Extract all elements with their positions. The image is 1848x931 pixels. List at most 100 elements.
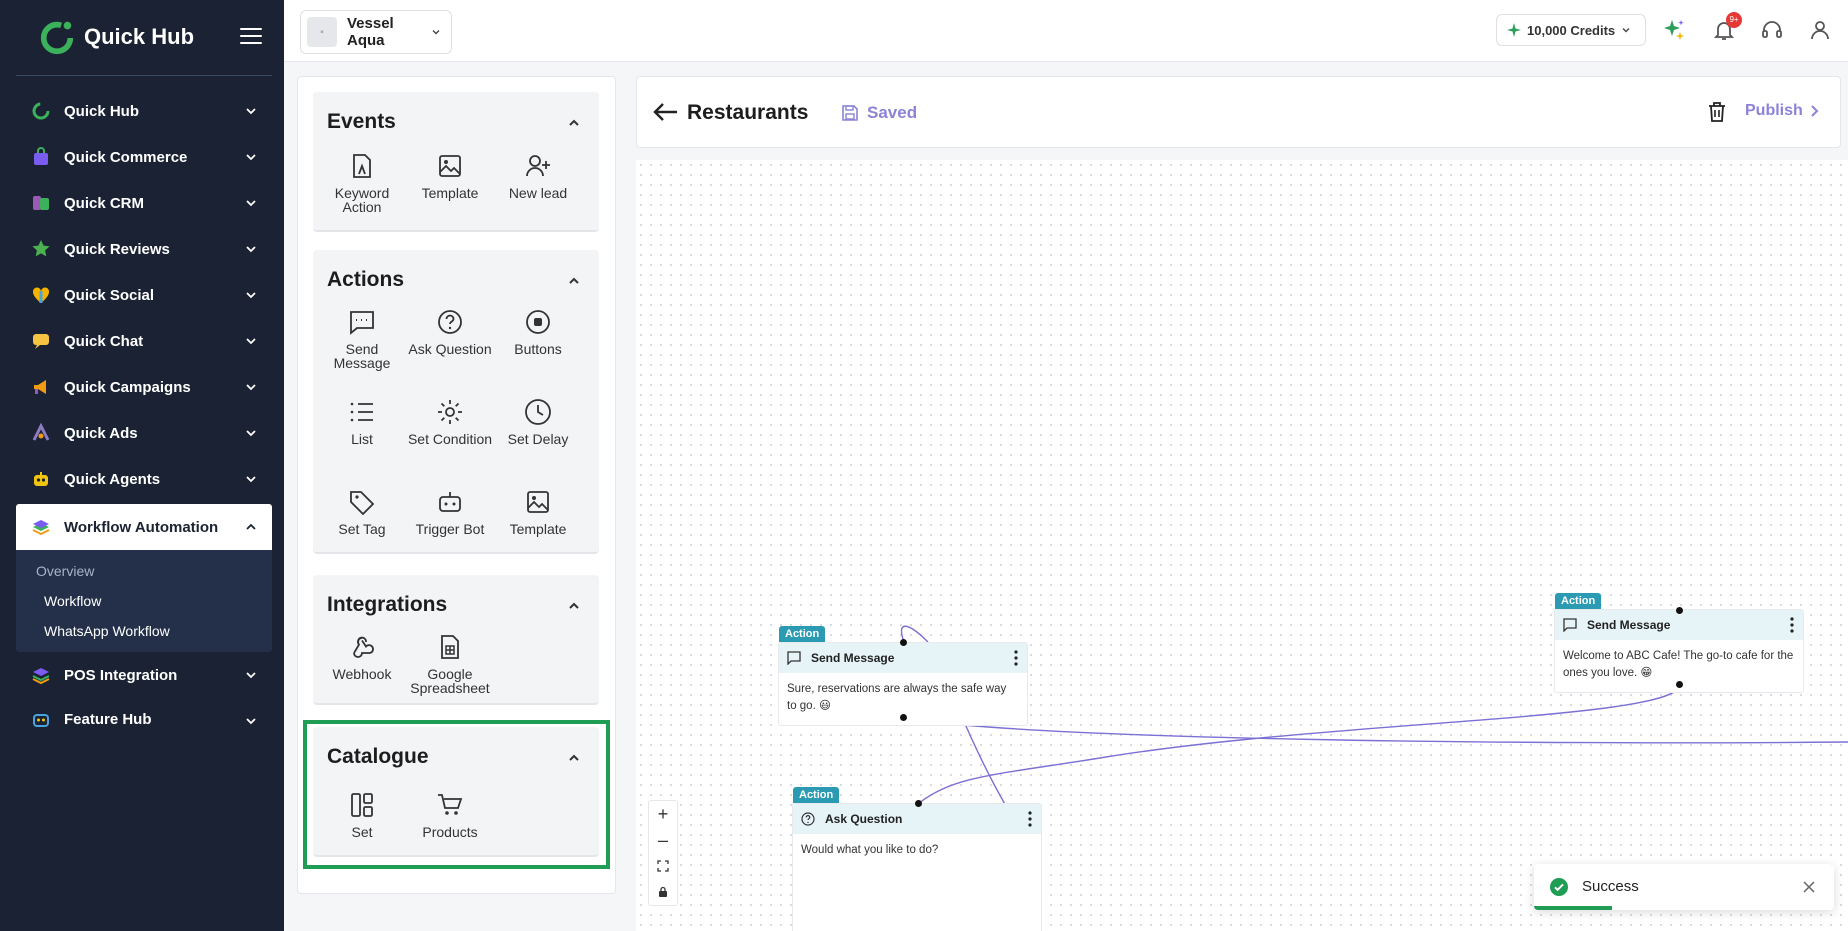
chevron-up-icon[interactable] xyxy=(567,599,581,613)
tool-label: List xyxy=(351,431,373,447)
sidebar-item-label: Quick CRM xyxy=(64,194,145,212)
node-input-port[interactable] xyxy=(900,639,907,646)
tool-google-spreadsheet[interactable]: Google Spreadsheet xyxy=(406,633,494,695)
node-ask-question[interactable]: Action Ask Question Would what you like … xyxy=(792,787,1042,931)
sidebar-item-quick-crm[interactable]: Quick CRM xyxy=(16,180,272,226)
chevron-up-icon[interactable] xyxy=(567,751,581,765)
sidebar-item-pos-integration[interactable]: POS Integration xyxy=(16,652,272,698)
sidebar-item-label: Feature Hub xyxy=(64,710,152,728)
fit-view-button[interactable] xyxy=(649,853,677,879)
sidebar-item-quick-hub[interactable]: Quick Hub xyxy=(16,88,272,134)
tool-set[interactable]: Set xyxy=(318,791,406,839)
sidebar-item-quick-campaigns[interactable]: Quick Campaigns xyxy=(16,364,272,410)
sidebar-item-quick-social[interactable]: Quick Social xyxy=(16,272,272,318)
close-icon[interactable] xyxy=(1802,880,1816,894)
megaphone-icon xyxy=(30,376,52,398)
chevron-up-icon[interactable] xyxy=(567,274,581,288)
tool-webhook[interactable]: Webhook xyxy=(318,633,406,681)
arrow-left-icon[interactable] xyxy=(653,101,679,123)
headset-support-icon[interactable] xyxy=(1760,18,1784,42)
sidebar-item-label: Quick Hub xyxy=(64,102,140,120)
subnav-item-whatsapp-workflow[interactable]: WhatsApp Workflow xyxy=(16,616,272,646)
layout-grid-icon xyxy=(351,793,373,817)
user-profile-icon[interactable] xyxy=(1808,18,1832,42)
tool-label: Set Tag xyxy=(338,521,386,537)
tool-template[interactable]: Template xyxy=(406,152,494,200)
workspace-selector[interactable]: ▪ Vessel Aqua xyxy=(300,10,452,54)
user-plus-icon xyxy=(526,155,550,177)
node-input-port[interactable] xyxy=(915,800,922,807)
tool-set-delay[interactable]: Set Delay xyxy=(494,398,582,446)
chevron-up-icon[interactable] xyxy=(567,116,581,130)
sidebar-item-quick-agents[interactable]: Quick Agents xyxy=(16,456,272,502)
sidebar-item-quick-chat[interactable]: Quick Chat xyxy=(16,318,272,364)
sidebar-item-quick-ads[interactable]: Quick Ads xyxy=(16,410,272,456)
question-circle-icon xyxy=(438,310,462,334)
lock-button[interactable] xyxy=(649,879,677,905)
tool-set-tag[interactable]: Set Tag xyxy=(318,488,406,536)
subnav-item-overview[interactable]: Overview xyxy=(16,556,272,586)
more-vertical-icon[interactable] xyxy=(1027,811,1033,827)
tool-keyword-action[interactable]: Keyword Action xyxy=(318,152,406,214)
tool-ask-question[interactable]: Ask Question xyxy=(406,308,494,356)
commerce-bag-icon xyxy=(30,146,52,168)
question-circle-icon xyxy=(801,812,815,826)
node-input-port[interactable] xyxy=(1676,607,1683,614)
credits-button[interactable]: 10,000 Credits xyxy=(1496,14,1646,46)
tool-trigger-bot[interactable]: Trigger Bot xyxy=(406,488,494,536)
tool-label: Set Condition xyxy=(407,431,493,447)
tool-set-condition[interactable]: Set Condition xyxy=(406,398,494,446)
quick-hub-icon xyxy=(30,100,52,122)
sidebar-item-label: Quick Reviews xyxy=(64,240,170,258)
toast-progress-bar xyxy=(1534,906,1612,910)
ai-sparkles-icon[interactable] xyxy=(1662,18,1686,42)
chevron-down-icon xyxy=(246,672,256,679)
node-header[interactable]: Send Message xyxy=(1555,610,1803,640)
section-events: Events Keyword Action Template New lead xyxy=(313,92,599,232)
zoom-out-button[interactable]: – xyxy=(649,827,677,853)
tool-list[interactable]: List xyxy=(318,398,406,446)
workflow-canvas[interactable]: Action Send Message Sure, reservations a… xyxy=(636,160,1848,931)
tool-buttons[interactable]: Buttons xyxy=(494,308,582,356)
chat-bubble-icon xyxy=(30,330,52,352)
more-vertical-icon[interactable] xyxy=(1013,650,1019,666)
tool-new-lead[interactable]: New lead xyxy=(494,152,582,200)
section-actions: Actions Send Message Ask Question Button… xyxy=(313,250,599,554)
notifications-button[interactable]: 9+ xyxy=(1712,12,1742,42)
hamburger-menu-icon[interactable] xyxy=(240,28,262,44)
node-header[interactable]: Send Message xyxy=(779,643,1027,673)
workflow-automation-subnav: Overview Workflow WhatsApp Workflow xyxy=(16,550,272,652)
sidebar-item-feature-hub[interactable]: Feature Hub xyxy=(16,698,272,740)
chevron-down-icon xyxy=(246,430,256,437)
sidebar-item-workflow-automation[interactable]: Workflow Automation xyxy=(16,504,272,550)
heart-shield-icon xyxy=(30,284,52,306)
workspace-name: Vessel Aqua xyxy=(347,15,394,49)
tool-products[interactable]: Products xyxy=(406,791,494,839)
workflow-title: Restaurants xyxy=(687,101,809,124)
node-output-port[interactable] xyxy=(900,714,907,721)
sidebar-item-label: Quick Ads xyxy=(64,424,138,442)
notification-badge: 9+ xyxy=(1726,12,1742,28)
tool-send-message[interactable]: Send Message xyxy=(318,308,406,370)
list-icon xyxy=(350,402,373,422)
node-header[interactable]: Ask Question xyxy=(793,804,1041,834)
robot-icon xyxy=(30,468,52,490)
tool-label: Template xyxy=(509,521,567,537)
shopping-cart-icon xyxy=(438,794,463,815)
subnav-item-workflow[interactable]: Workflow xyxy=(16,586,272,616)
trash-icon[interactable] xyxy=(1707,101,1727,123)
sidebar-item-quick-reviews[interactable]: Quick Reviews xyxy=(16,226,272,272)
brand[interactable]: Quick Hub xyxy=(38,18,194,56)
stop-circle-icon xyxy=(526,310,550,334)
tool-label: Buttons xyxy=(514,341,562,357)
node-output-port[interactable] xyxy=(1676,681,1683,688)
zoom-in-button[interactable]: + xyxy=(649,801,677,827)
publish-button[interactable]: Publish xyxy=(1745,102,1821,120)
more-vertical-icon[interactable] xyxy=(1789,617,1795,633)
quick-hub-logo-icon xyxy=(40,21,74,55)
sidebar-item-quick-commerce[interactable]: Quick Commerce xyxy=(16,134,272,180)
canvas-controls: + – xyxy=(648,800,678,906)
tool-action-template[interactable]: Template xyxy=(494,488,582,536)
publish-label: Publish xyxy=(1745,102,1803,119)
section-catalogue: Catalogue Set Products xyxy=(313,727,599,857)
